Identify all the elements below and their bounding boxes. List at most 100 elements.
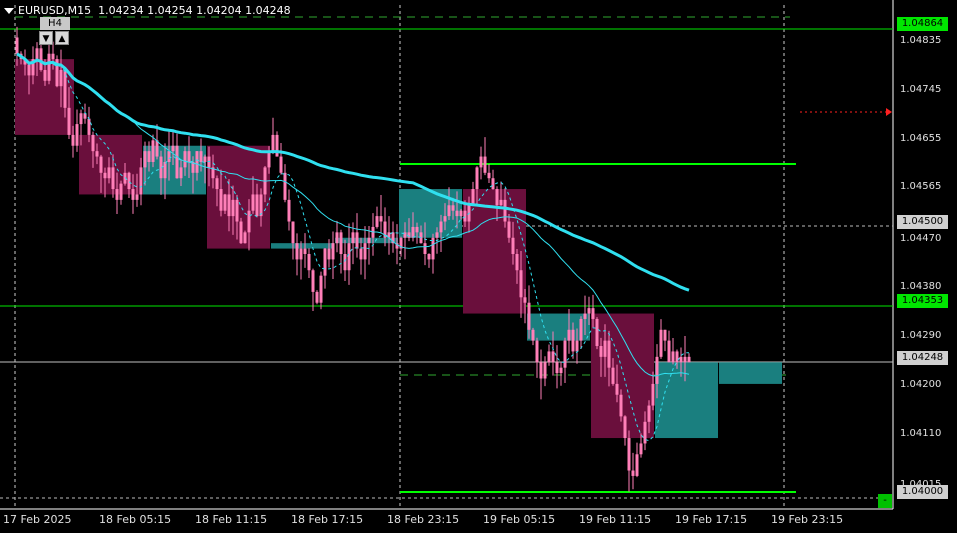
candle-body [523, 297, 527, 303]
candle-body [119, 183, 123, 200]
candle-body [479, 156, 483, 168]
candle-body [659, 329, 663, 357]
price-chart[interactable] [0, 0, 957, 533]
candle-body [635, 454, 639, 476]
candle-body [515, 254, 519, 271]
price-axis-label: 1.04290 [900, 330, 942, 342]
candle-body [103, 172, 107, 179]
candle-body [563, 340, 567, 368]
candle-body [527, 302, 531, 330]
candle-body [487, 172, 491, 179]
candle-body [343, 254, 347, 271]
candle-body [627, 438, 631, 471]
candle-body [71, 134, 75, 146]
candle-body [583, 313, 587, 319]
candle-body [507, 221, 511, 238]
candle-body [579, 318, 583, 341]
candle-body [503, 199, 507, 222]
candle-body [603, 340, 607, 357]
price-axis-label: 1.04745 [900, 83, 942, 95]
candle-body [291, 221, 295, 244]
candle-body [615, 383, 619, 395]
price-axis-label: 1.04835 [900, 35, 942, 47]
dropdown-triangle-icon[interactable] [4, 8, 14, 14]
candle-body [611, 367, 615, 384]
candle-body [223, 194, 227, 211]
candle-body [367, 237, 371, 244]
price-tag: 1.04864 [897, 17, 948, 32]
candle-body [275, 134, 279, 157]
candle-body [131, 189, 135, 200]
candle-body [279, 156, 283, 173]
candle-body [155, 140, 159, 157]
candle-body [331, 243, 335, 260]
candle-body [143, 151, 147, 168]
candle-body [43, 69, 47, 81]
candle-body [283, 172, 287, 200]
candle-body [351, 232, 355, 244]
time-axis-label: 19 Feb 17:15 [675, 513, 748, 526]
candle-body [79, 113, 83, 125]
candle-body [259, 194, 263, 217]
candle-body [27, 64, 31, 76]
candle-body [91, 134, 95, 152]
candle-body [571, 329, 575, 352]
h4-timeframe-badge[interactable]: H4 [40, 17, 70, 30]
time-axis-label: 18 Feb 23:15 [387, 513, 460, 526]
candle-body [51, 53, 55, 60]
timeframe-up-button[interactable]: ▲ [55, 31, 69, 45]
candle-body [139, 167, 143, 195]
candle-body [247, 210, 251, 233]
candle-body [339, 232, 343, 254]
chart-header: EURUSD,M15 1.04234 1.04254 1.04204 1.042… [4, 4, 291, 17]
candle-body [347, 243, 351, 271]
time-axis-label: 19 Feb 05:15 [483, 513, 556, 526]
candle-body [111, 167, 115, 190]
candle-body [671, 351, 675, 363]
candle-body [411, 226, 415, 238]
timeframe-down-button[interactable]: ▼ [39, 31, 53, 45]
candle-body [151, 140, 155, 162]
candle-body [619, 394, 623, 417]
candle-body [463, 210, 467, 222]
candle-body [539, 362, 543, 379]
time-axis-label: 17 Feb 2025 [3, 513, 72, 526]
candle-body [303, 248, 307, 254]
price-axis-label: 1.04110 [900, 427, 942, 439]
candle-body [511, 237, 515, 254]
candle-body [435, 232, 439, 238]
candle-body [447, 205, 451, 217]
candle-body [547, 351, 551, 363]
symbol-timeframe: EURUSD,M15 [18, 4, 92, 17]
candle-body [423, 243, 427, 254]
candle-body [647, 405, 651, 422]
candle-body [415, 226, 419, 233]
candle-body [459, 210, 463, 217]
candle-body [595, 318, 599, 347]
price-axis-label: 1.04655 [900, 132, 942, 144]
candle-body [295, 243, 299, 260]
candle-body [171, 145, 175, 152]
h4-candle [271, 243, 334, 249]
chart-window[interactable]: EURUSD,M15 1.04234 1.04254 1.04204 1.042… [0, 0, 957, 533]
time-axis-label: 18 Feb 17:15 [291, 513, 364, 526]
candle-body [379, 216, 383, 222]
candle-body [587, 308, 591, 314]
candle-body [215, 178, 219, 190]
candle-body [179, 167, 183, 179]
candle-body [543, 362, 547, 379]
candle-body [187, 151, 191, 162]
candle-body [683, 356, 687, 363]
minus-button[interactable]: - [878, 494, 892, 508]
candle-body [167, 151, 171, 162]
time-axis-label: 18 Feb 05:15 [99, 513, 172, 526]
candle-body [47, 53, 51, 81]
candle-body [271, 134, 275, 152]
candle-body [591, 308, 595, 319]
candle-body [67, 107, 71, 135]
candle-body [15, 37, 19, 54]
candle-body [439, 221, 443, 233]
candle-body [359, 248, 363, 260]
candle-body [535, 340, 539, 363]
candle-body [87, 118, 91, 135]
